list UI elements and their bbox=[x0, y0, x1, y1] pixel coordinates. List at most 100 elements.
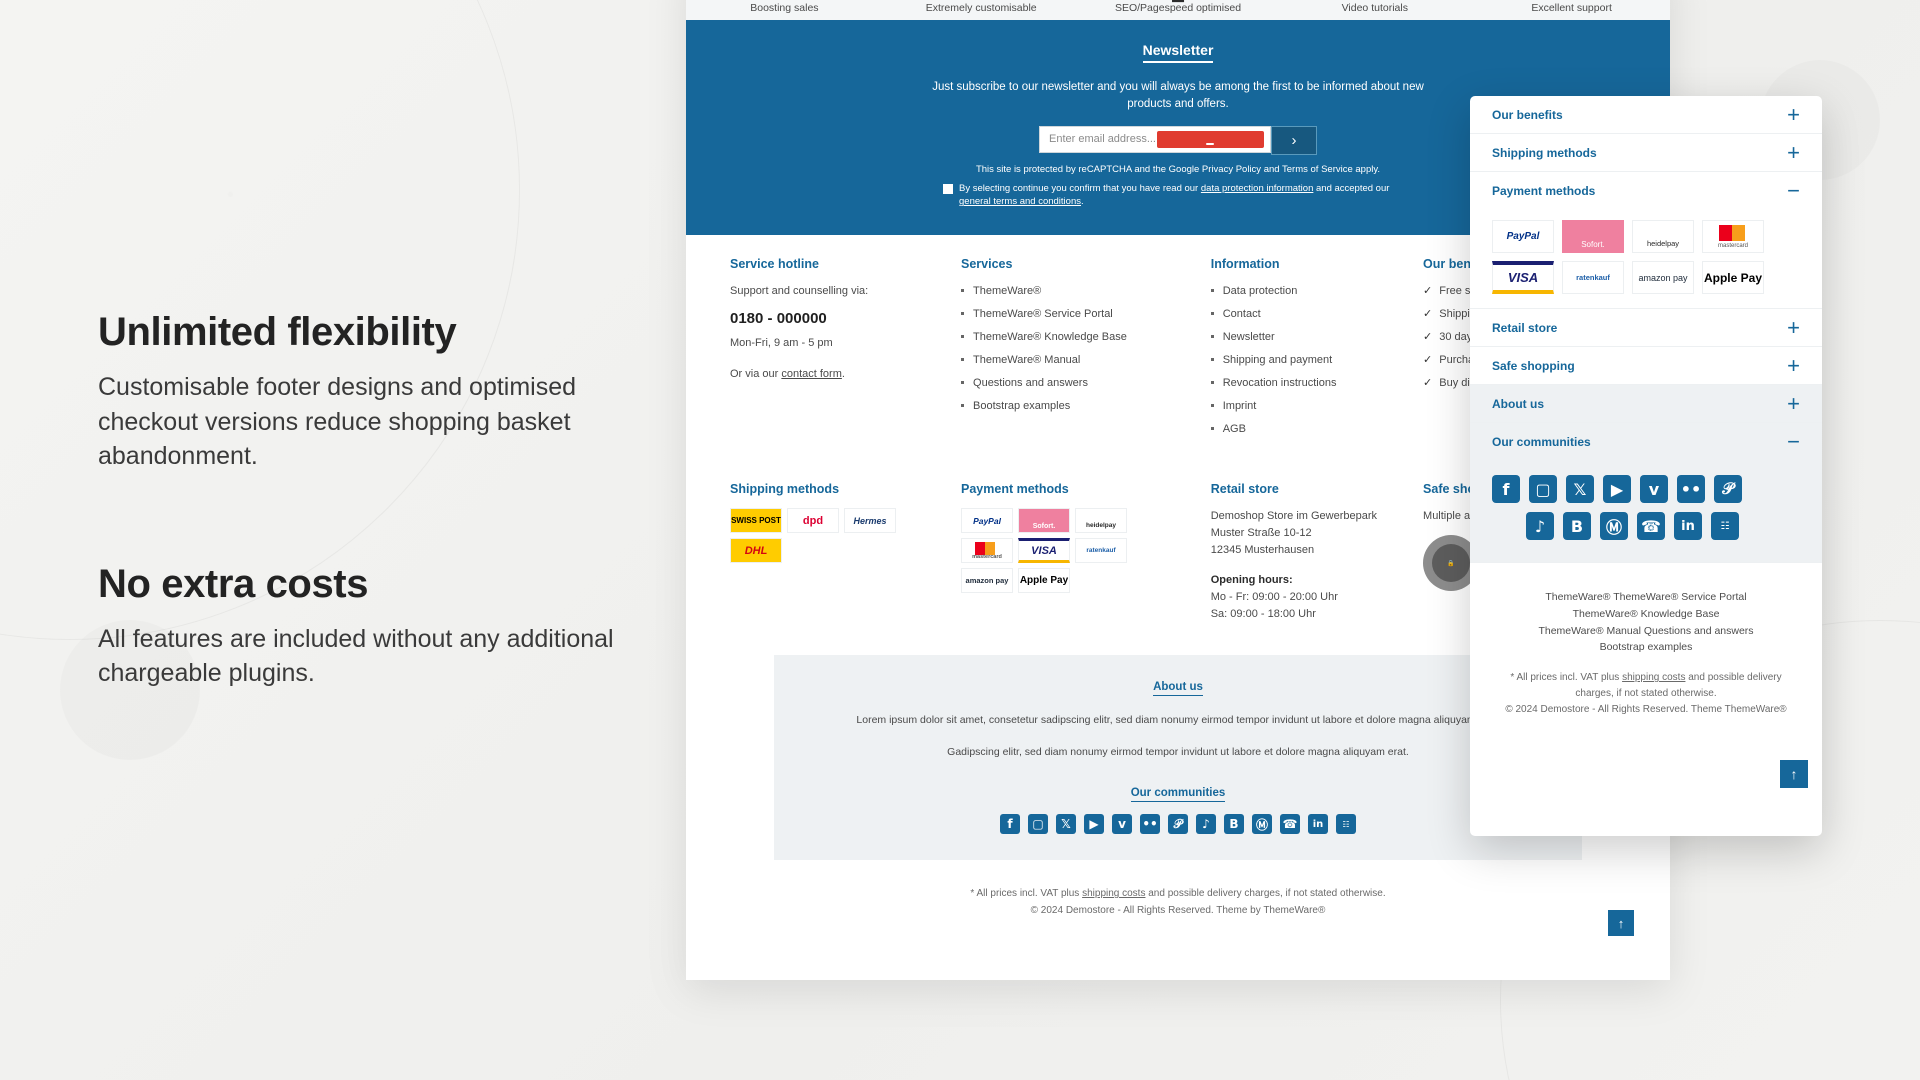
plus-icon[interactable]: + bbox=[1787, 392, 1800, 415]
tiktok-icon[interactable]: ♪ bbox=[1526, 512, 1554, 540]
x-twitter-icon[interactable]: 𝕏 bbox=[1566, 475, 1594, 503]
newsletter-submit-button[interactable]: › bbox=[1271, 125, 1317, 155]
list-item[interactable]: Questions and answers bbox=[961, 375, 1195, 392]
about-us-title[interactable]: About us bbox=[1153, 681, 1203, 696]
list-item[interactable]: Bootstrap examples bbox=[961, 398, 1195, 415]
amazon-pay-logo: amazon pay bbox=[1632, 261, 1694, 294]
www-icon[interactable]: ☷ bbox=[1336, 814, 1356, 835]
minus-icon[interactable]: − bbox=[1787, 180, 1800, 202]
information-list: Data protection Contact Newsletter Shipp… bbox=[1210, 283, 1407, 438]
blogger-icon[interactable]: B bbox=[1224, 814, 1244, 835]
linkedin-icon[interactable]: in bbox=[1308, 814, 1328, 835]
list-item[interactable]: ThemeWare® Knowledge Base bbox=[961, 329, 1195, 346]
mastercard-logo: mastercard bbox=[961, 538, 1014, 564]
marketing-heading: No extra costs bbox=[98, 561, 369, 606]
facebook-icon[interactable]: f bbox=[1492, 475, 1520, 503]
newsletter-email-placeholder: Enter email address... bbox=[1049, 133, 1156, 145]
plus-icon[interactable]: + bbox=[1787, 141, 1800, 164]
list-item[interactable]: ThemeWare® Service Portal bbox=[961, 306, 1195, 323]
accordion-row-about-us[interactable]: About us + bbox=[1470, 385, 1822, 423]
list-item[interactable]: ThemeWare® bbox=[961, 283, 1195, 300]
plus-icon[interactable]: + bbox=[1787, 103, 1800, 126]
youtube-icon[interactable]: ▶ bbox=[1084, 814, 1104, 835]
panel-legal-line-1: * All prices incl. VAT plus shipping cos… bbox=[1496, 670, 1796, 702]
newsletter-consent-checkbox[interactable] bbox=[943, 183, 953, 194]
accordion-row-payment-methods[interactable]: Payment methods − bbox=[1470, 172, 1822, 210]
about-paragraph-2: Gadipscing elitr, sed diam nonumy eirmod… bbox=[947, 746, 1409, 759]
newsletter-title: Newsletter bbox=[1142, 42, 1214, 63]
blogger-icon[interactable]: B bbox=[1563, 512, 1591, 540]
password-manager-icon[interactable] bbox=[1156, 130, 1264, 148]
visa-logo: VISA bbox=[1018, 538, 1071, 564]
apple-pay-logo: Apple Pay bbox=[1018, 568, 1071, 594]
col-heading: Services bbox=[961, 257, 1013, 272]
sofort-logo: Sofort. bbox=[1562, 220, 1624, 253]
accordion-label: Our benefits bbox=[1492, 107, 1563, 122]
list-item[interactable]: Shipping and payment bbox=[1210, 352, 1407, 369]
usp-label: Excellent support bbox=[1531, 2, 1612, 14]
flickr-icon[interactable]: •• bbox=[1677, 475, 1705, 503]
wordpress-icon[interactable]: Ⓜ bbox=[1600, 512, 1628, 540]
panel-link-line[interactable]: Bootstrap examples bbox=[1496, 639, 1796, 656]
flickr-icon[interactable]: •• bbox=[1140, 814, 1160, 835]
tiktok-icon[interactable]: ♪ bbox=[1196, 814, 1216, 835]
plus-icon[interactable]: + bbox=[1787, 354, 1800, 377]
plus-icon[interactable]: + bbox=[1787, 316, 1800, 339]
list-item[interactable]: Data protection bbox=[1210, 283, 1407, 300]
service-hours: Mon-Fri, 9 am - 5 pm bbox=[730, 337, 833, 350]
whatsapp-icon[interactable]: ☎ bbox=[1280, 814, 1300, 835]
accordion-row-safe-shopping[interactable]: Safe shopping + bbox=[1470, 347, 1822, 385]
list-item[interactable]: ThemeWare® Manual bbox=[961, 352, 1195, 369]
list-item[interactable]: AGB bbox=[1210, 421, 1407, 438]
instagram-icon[interactable]: ▢ bbox=[1529, 475, 1557, 503]
wordpress-icon[interactable]: Ⓜ bbox=[1252, 814, 1272, 835]
ratenkauf-logo: ratenkauf bbox=[1075, 538, 1128, 564]
data-protection-link[interactable]: data protection information bbox=[1201, 183, 1313, 194]
www-icon[interactable]: ☷ bbox=[1711, 512, 1739, 540]
linkedin-icon[interactable]: in bbox=[1674, 512, 1702, 540]
list-item[interactable]: Revocation instructions bbox=[1210, 375, 1407, 392]
pinterest-icon[interactable]: 𝒫 bbox=[1168, 814, 1188, 835]
legal-pre: * All prices incl. VAT plus bbox=[1510, 672, 1623, 684]
footer-col-service: Service hotline Support and counselling … bbox=[730, 257, 961, 444]
accordion-row-retail-store[interactable]: Retail store + bbox=[1470, 309, 1822, 347]
list-item[interactable]: Contact bbox=[1210, 306, 1407, 323]
col-heading: Information bbox=[1210, 257, 1280, 272]
shipping-costs-link[interactable]: shipping costs bbox=[1082, 888, 1145, 899]
col-heading: Payment methods bbox=[961, 482, 1069, 497]
x-twitter-icon[interactable]: 𝕏 bbox=[1056, 814, 1076, 835]
panel-link-line[interactable]: ThemeWare® Manual Questions and answers bbox=[1496, 623, 1796, 640]
dpd-logo: dpd bbox=[787, 508, 839, 534]
panel-scroll-to-top-button[interactable]: ↑ bbox=[1780, 760, 1808, 788]
contact-form-link[interactable]: contact form bbox=[781, 368, 842, 380]
communities-title[interactable]: Our communities bbox=[1130, 787, 1226, 803]
shipping-costs-link[interactable]: shipping costs bbox=[1622, 672, 1685, 683]
panel-legal-line-2: © 2024 Demostore - All Rights Reserved. … bbox=[1505, 704, 1787, 716]
terms-link[interactable]: general terms and conditions bbox=[959, 196, 1081, 207]
panel-link-line[interactable]: ThemeWare® ThemeWare® Service Portal bbox=[1496, 589, 1796, 606]
accordion-row-our-benefits[interactable]: Our benefits + bbox=[1470, 96, 1822, 134]
check-icon: ✓ bbox=[1423, 331, 1433, 344]
whatsapp-icon[interactable]: ☎ bbox=[1637, 512, 1665, 540]
vimeo-icon[interactable]: v bbox=[1112, 814, 1132, 835]
col-heading: Retail store bbox=[1210, 482, 1279, 497]
check-icon: ✓ bbox=[1423, 285, 1433, 298]
minus-icon[interactable]: − bbox=[1787, 431, 1800, 453]
scroll-to-top-button[interactable]: ↑ bbox=[1608, 910, 1634, 936]
facebook-icon[interactable]: f bbox=[1000, 814, 1020, 835]
accordion-row-our-communities[interactable]: Our communities − bbox=[1470, 423, 1822, 461]
youtube-icon[interactable]: ▶ bbox=[1603, 475, 1631, 503]
newsletter-email-input[interactable]: Enter email address... bbox=[1039, 125, 1271, 153]
legal-post: and possible delivery charges, if not st… bbox=[1145, 888, 1386, 900]
list-item[interactable]: Newsletter bbox=[1210, 329, 1407, 346]
accordion-row-shipping-methods[interactable]: Shipping methods + bbox=[1470, 134, 1822, 172]
instagram-icon[interactable]: ▢ bbox=[1028, 814, 1048, 835]
panel-payment-logos: PayPal Sofort. heidelpay mastercard VISA… bbox=[1492, 220, 1800, 294]
hermes-logo: Hermes bbox=[844, 508, 896, 534]
vimeo-icon[interactable]: v bbox=[1640, 475, 1668, 503]
accordion-label: Safe shopping bbox=[1492, 358, 1575, 373]
list-item[interactable]: Imprint bbox=[1210, 398, 1407, 415]
panel-link-line[interactable]: ThemeWare® Knowledge Base bbox=[1496, 606, 1796, 623]
accordion-label: Our communities bbox=[1492, 435, 1591, 449]
pinterest-icon[interactable]: 𝒫 bbox=[1714, 475, 1742, 503]
